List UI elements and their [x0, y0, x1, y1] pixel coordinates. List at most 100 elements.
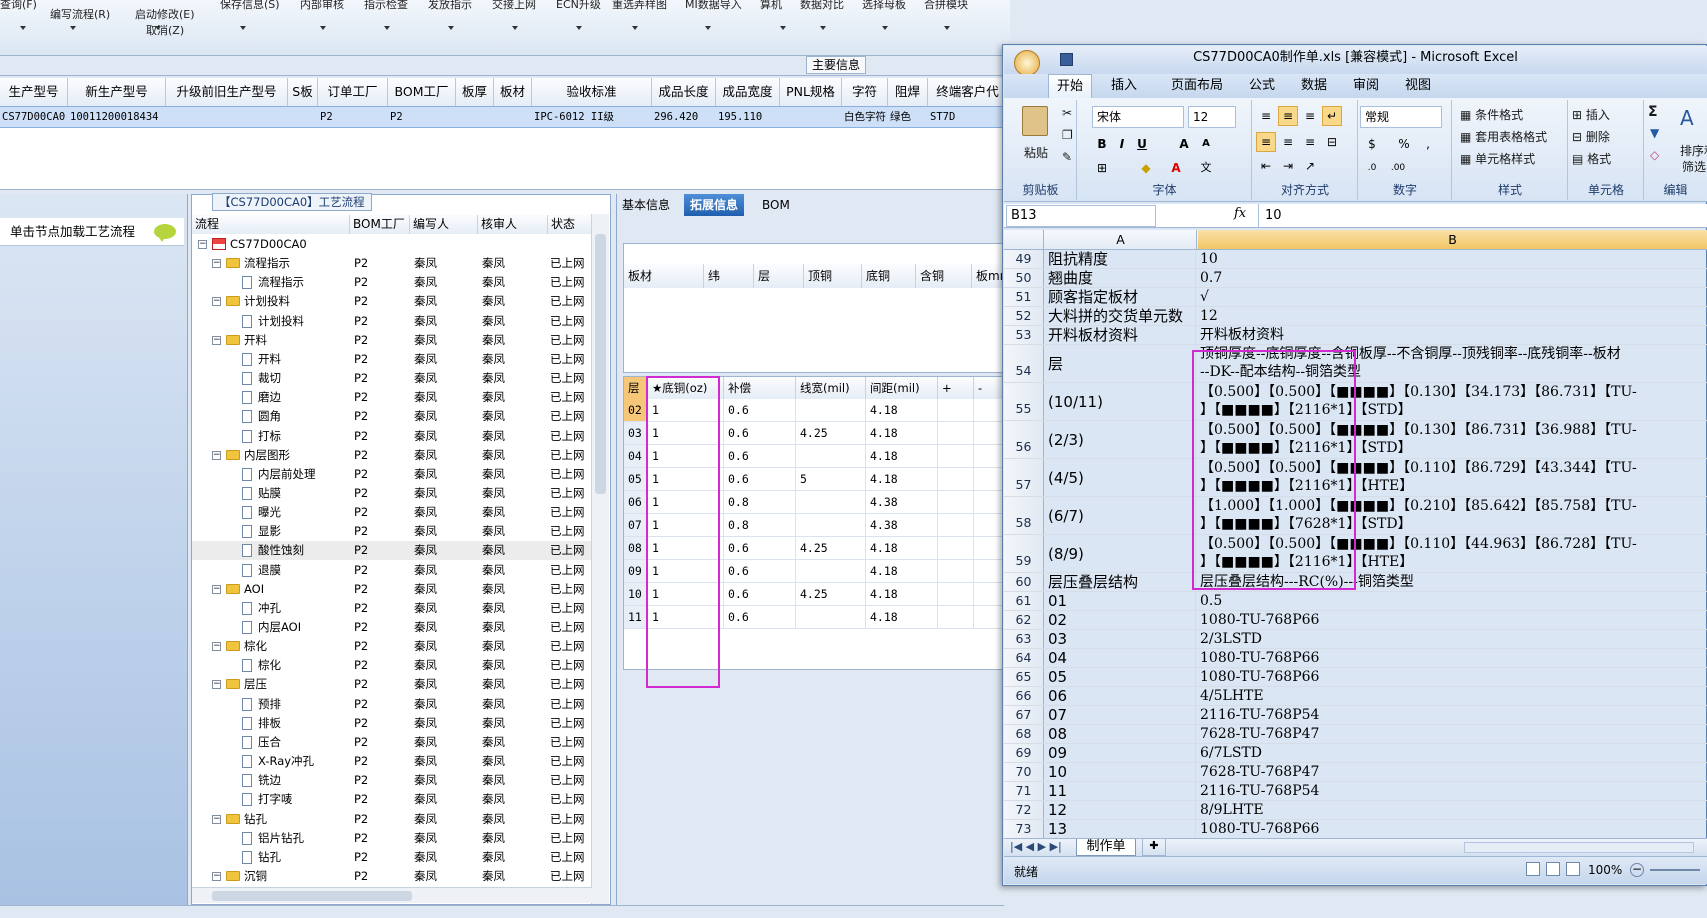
layer-cell[interactable]: [938, 560, 974, 582]
cell-a[interactable]: 02: [1046, 611, 1196, 629]
row-number[interactable]: 72: [1004, 801, 1044, 819]
align-bottom-icon[interactable]: ≡: [1300, 106, 1320, 126]
sheet-row[interactable]: 70 10 7628-TU-768P47: [1004, 763, 1707, 782]
grow-font-button[interactable]: A: [1174, 134, 1194, 154]
row-number[interactable]: 51: [1004, 288, 1044, 306]
main-info-column-header[interactable]: PNL规格: [780, 78, 842, 106]
sort-filter-button[interactable]: 排序和: [1680, 142, 1707, 159]
cell-b[interactable]: 0.5: [1198, 592, 1707, 610]
main-info-row[interactable]: CS77D00CA0 10011200018434 P2 P2 IPC-6012 II级…: [0, 106, 1004, 128]
layer-cell[interactable]: [938, 399, 974, 421]
toolbar-button[interactable]: 内部审核: [300, 0, 344, 12]
collapse-icon[interactable]: −: [212, 871, 221, 881]
layer-cell[interactable]: [796, 445, 866, 467]
cell-a[interactable]: 04: [1046, 649, 1196, 667]
row-number[interactable]: 52: [1004, 307, 1044, 325]
toolbar-button[interactable]: 指示检查: [364, 0, 408, 12]
toolbar-button[interactable]: 启动修改(E): [135, 6, 195, 22]
cell-a[interactable]: 大料拼的交货单元数: [1046, 307, 1196, 325]
tree-row[interactable]: 磨边 P2 秦凤 秦凤 已上网: [192, 388, 592, 407]
grid-column-header[interactable]: 底铜: [862, 264, 916, 288]
comma-icon[interactable]: ,: [1418, 134, 1438, 154]
layer-cell[interactable]: [938, 514, 974, 536]
cell-a[interactable]: 06: [1046, 687, 1196, 705]
layer-cell[interactable]: [938, 606, 974, 628]
tree-row[interactable]: − 沉铜 P2 秦凤 秦凤 已上网: [192, 867, 592, 886]
sheet-row[interactable]: 73 13 1080-TU-768P66: [1004, 820, 1707, 839]
sheet-row[interactable]: 72 12 8/9LHTE: [1004, 801, 1707, 820]
sheet-row[interactable]: 63 03 2/3LSTD: [1004, 630, 1707, 649]
layer-cell[interactable]: 0.6: [724, 422, 796, 444]
tab-0[interactable]: 基本信息: [616, 194, 676, 216]
layer-cell[interactable]: 5: [796, 468, 866, 490]
ribbon-tab-5[interactable]: 审阅: [1344, 74, 1388, 98]
tree-row[interactable]: − 开料 P2 秦凤 秦凤 已上网: [192, 331, 592, 350]
sheet-row[interactable]: 52 大料拼的交货单元数 12: [1004, 307, 1707, 326]
layer-cell[interactable]: 4.18: [866, 445, 938, 467]
row-number[interactable]: 62: [1004, 611, 1044, 629]
cell-a[interactable]: 翘曲度: [1046, 269, 1196, 287]
tree-row[interactable]: − 棕化 P2 秦凤 秦凤 已上网: [192, 637, 592, 656]
main-info-column-header[interactable]: 订单工厂: [318, 78, 388, 106]
ribbon-tab-1[interactable]: 插入: [1100, 74, 1148, 98]
row-number[interactable]: 57: [1004, 459, 1044, 496]
fill-color-icon[interactable]: ◆: [1136, 158, 1156, 178]
row-number[interactable]: 50: [1004, 269, 1044, 287]
format-cells-button[interactable]: ▤ 格式: [1572, 150, 1611, 167]
main-info-column-header[interactable]: 升级前旧生产型号: [166, 78, 288, 106]
insert-cells-button[interactable]: ⊞ 插入: [1572, 106, 1610, 123]
cell-a[interactable]: 开料板材资料: [1046, 326, 1196, 344]
currency-icon[interactable]: $: [1362, 134, 1382, 154]
layer-cell[interactable]: [938, 468, 974, 490]
grid-column-header[interactable]: +: [938, 377, 974, 399]
align-left-icon[interactable]: ≡: [1256, 132, 1276, 152]
italic-button[interactable]: I: [1112, 134, 1132, 154]
layer-cell[interactable]: 4.38: [866, 514, 938, 536]
layer-cell[interactable]: [796, 514, 866, 536]
align-middle-icon[interactable]: ≡: [1278, 106, 1298, 126]
main-info-column-header[interactable]: 新生产型号: [68, 78, 166, 106]
grid-column-header[interactable]: 间距(mil): [866, 377, 938, 399]
layer-cell[interactable]: [938, 422, 974, 444]
layer-cell[interactable]: 0.6: [724, 445, 796, 467]
tree-row[interactable]: 显影 P2 秦凤 秦凤 已上网: [192, 522, 592, 541]
normal-view-icon[interactable]: [1526, 862, 1540, 876]
layer-cell[interactable]: 0.8: [724, 514, 796, 536]
layer-cell[interactable]: 0.6: [724, 606, 796, 628]
tree-row[interactable]: 内层AOI P2 秦凤 秦凤 已上网: [192, 618, 592, 637]
layer-cell[interactable]: 0.6: [724, 560, 796, 582]
main-info-column-header[interactable]: 阻焊: [888, 78, 928, 106]
row-number[interactable]: 60: [1004, 573, 1044, 591]
cell-b[interactable]: 7628-TU-768P47: [1198, 725, 1707, 743]
row-number[interactable]: 56: [1004, 421, 1044, 458]
layer-cell[interactable]: 4.25: [796, 422, 866, 444]
tree-row[interactable]: 酸性蚀刻 P2 秦凤 秦凤 已上网: [192, 541, 592, 561]
layer-cell[interactable]: 4.38: [866, 491, 938, 513]
cancel-button[interactable]: 取消(Z): [146, 22, 184, 38]
tree-row[interactable]: − 钻孔 P2 秦凤 秦凤 已上网: [192, 810, 592, 829]
orientation-icon[interactable]: ↗: [1300, 156, 1320, 176]
cell-b[interactable]: 6/7LSTD: [1198, 744, 1707, 762]
layer-cell[interactable]: 4.18: [866, 422, 938, 444]
increase-indent-icon[interactable]: ⇥: [1278, 156, 1298, 176]
cell-a[interactable]: 09: [1046, 744, 1196, 762]
cell-a[interactable]: 阻抗精度: [1046, 250, 1196, 268]
cell-b[interactable]: 10: [1198, 250, 1707, 268]
save-icon[interactable]: [1060, 53, 1073, 66]
ribbon-tab-4[interactable]: 数据: [1292, 74, 1336, 98]
layer-cell[interactable]: 4.18: [866, 560, 938, 582]
toolbar-button[interactable]: 查询(F): [0, 0, 37, 12]
row-number[interactable]: 61: [1004, 592, 1044, 610]
insert-sheet-icon[interactable]: ✚: [1142, 839, 1166, 856]
toolbar-button[interactable]: 交接上网: [492, 0, 536, 12]
sheet-nav-icons[interactable]: |◀ ◀ ▶ ▶|: [1010, 840, 1062, 853]
cell-a[interactable]: (2/3): [1046, 421, 1196, 458]
toolbar-button[interactable]: MI数据导入: [685, 0, 742, 12]
collapse-icon[interactable]: −: [212, 259, 221, 269]
sheet-row[interactable]: 71 11 2116-TU-768P54: [1004, 782, 1707, 801]
grid-column-header[interactable]: 含铜: [916, 264, 972, 288]
toolbar-button[interactable]: 数据对比: [800, 0, 844, 12]
tree-root-row[interactable]: − CS77D00CA0: [192, 235, 592, 254]
sort-filter-icon[interactable]: A: [1680, 106, 1694, 130]
cell-b[interactable]: 4/5LHTE: [1198, 687, 1707, 705]
